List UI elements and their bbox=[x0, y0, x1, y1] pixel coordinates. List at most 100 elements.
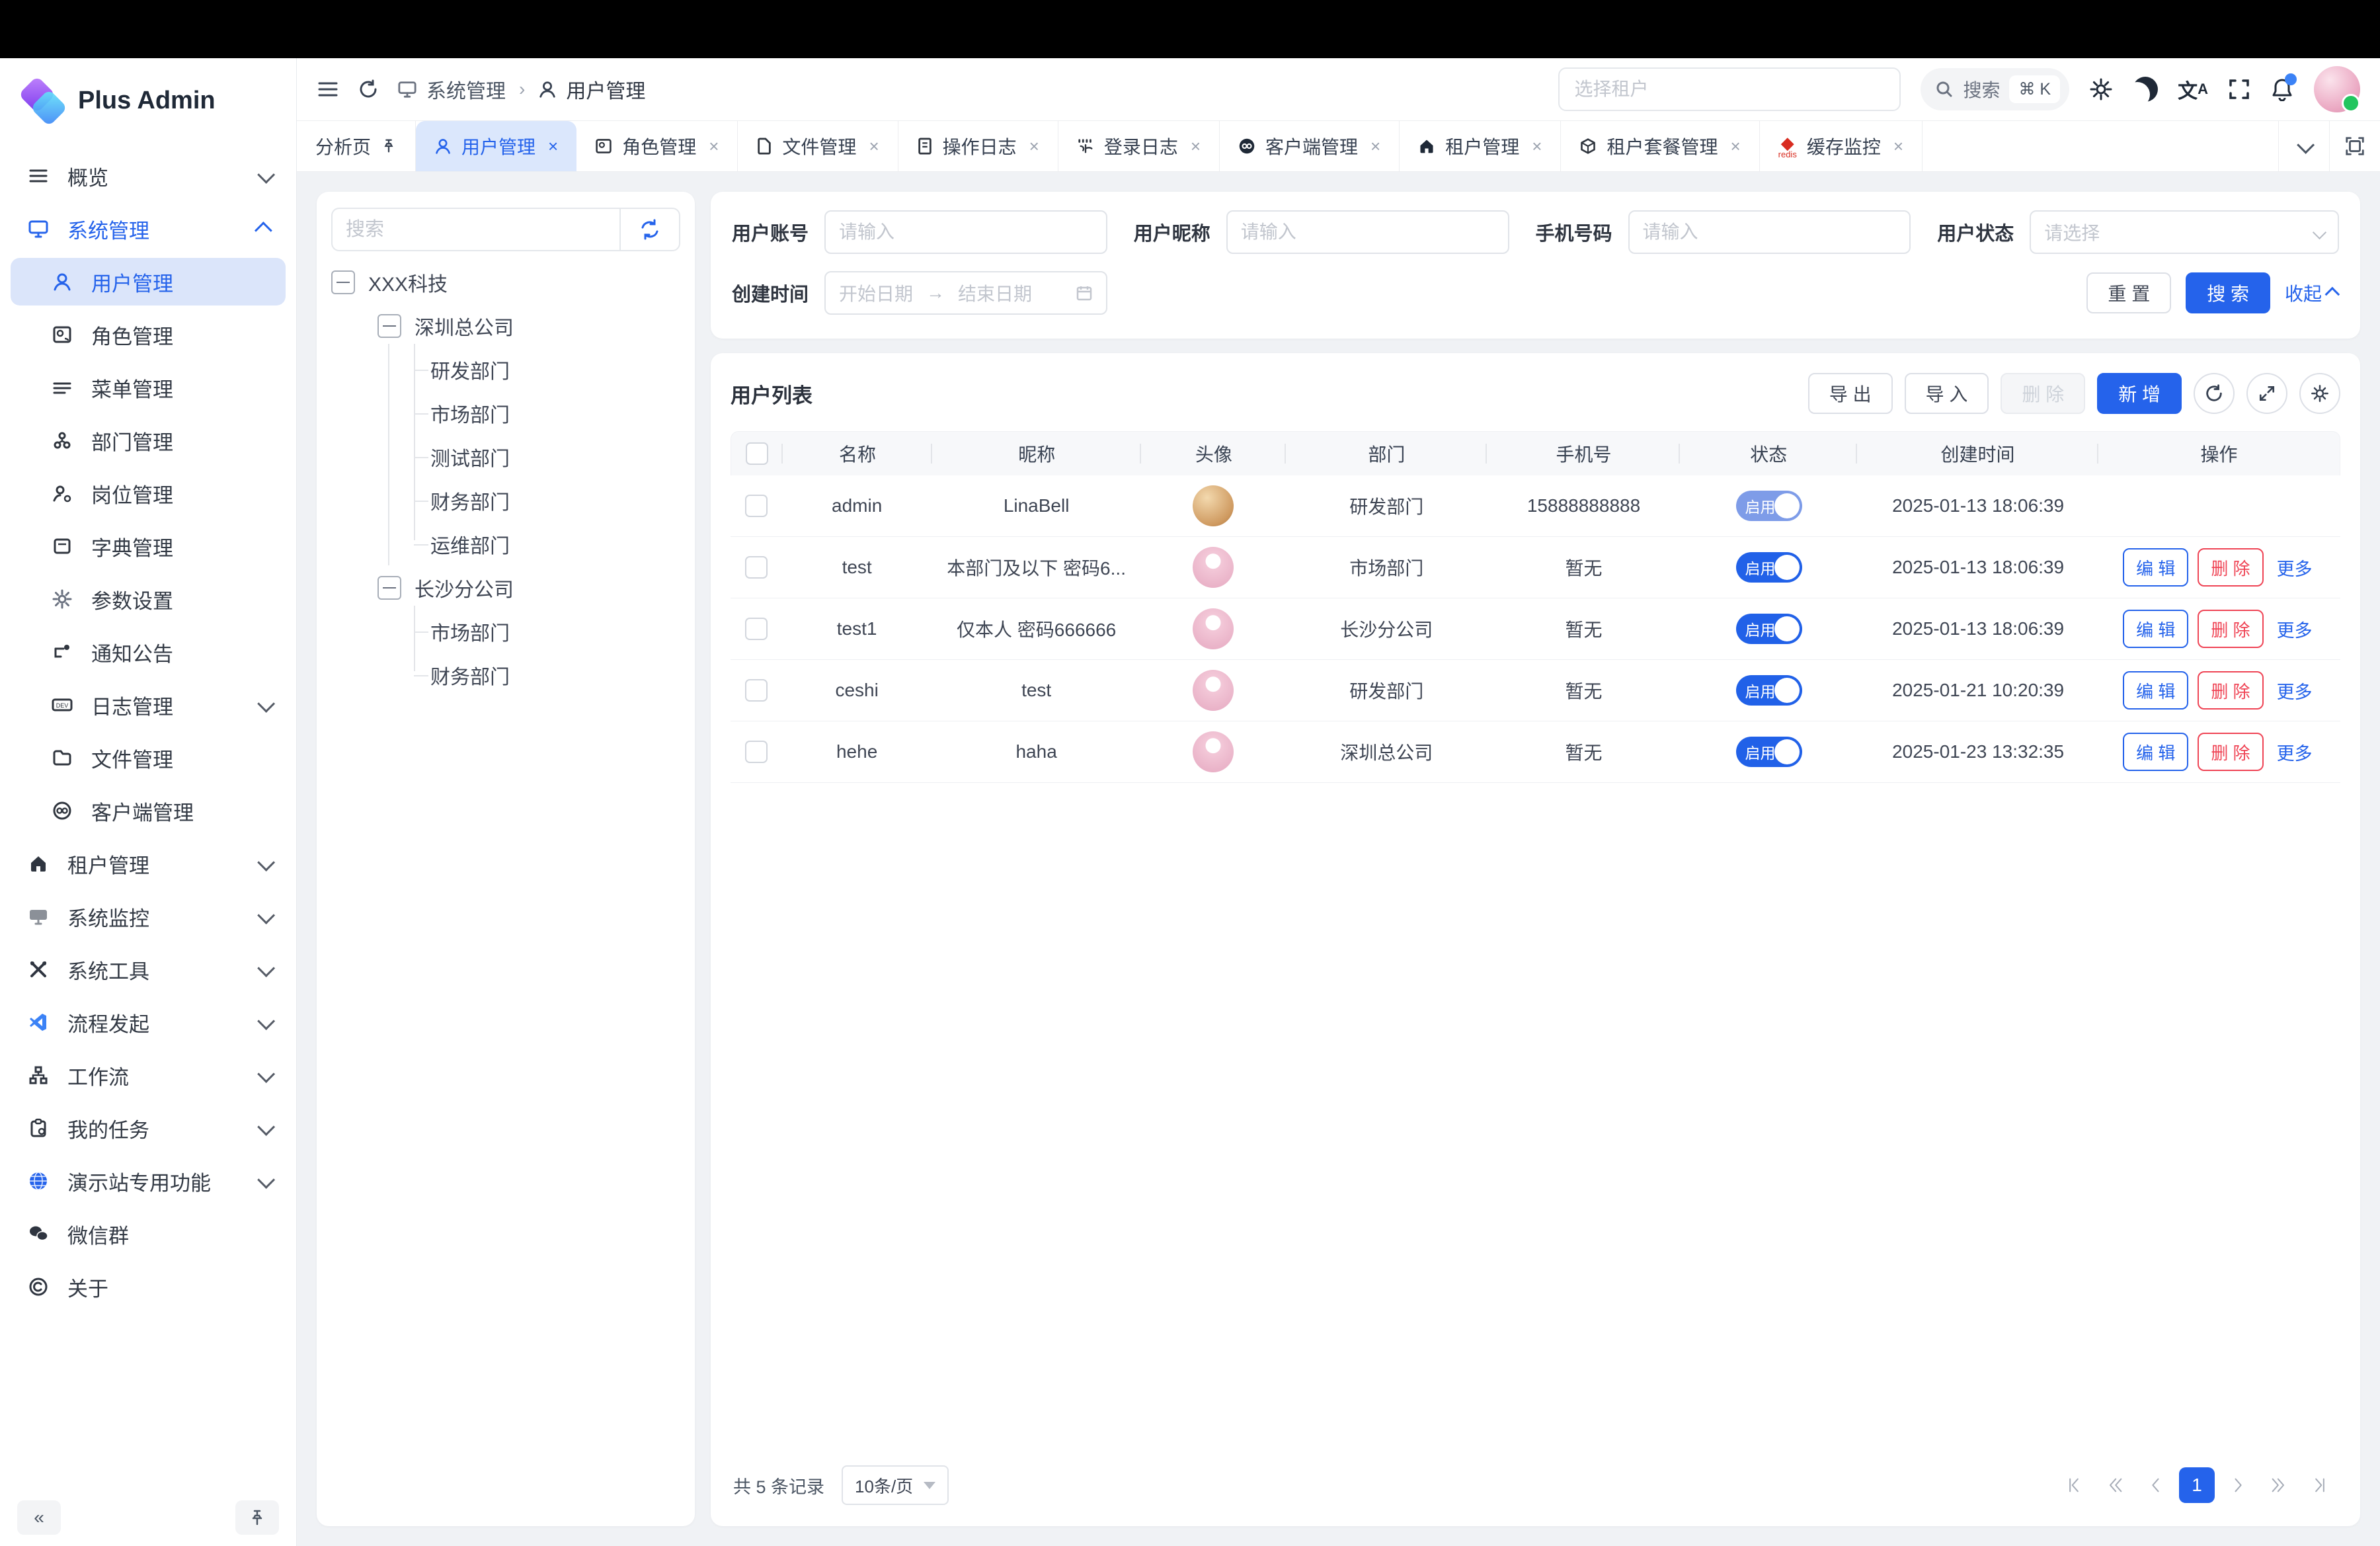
tree-node-leaf[interactable]: 测试部门 bbox=[331, 435, 680, 479]
last-page-button[interactable] bbox=[2302, 1467, 2338, 1503]
delete-row-button[interactable]: 删 除 bbox=[2198, 671, 2263, 710]
breadcrumb-system[interactable]: 系统管理 bbox=[426, 75, 506, 104]
tab-cache-monitor[interactable]: ◆redis 缓存监控 × bbox=[1760, 121, 1923, 171]
table-fullscreen-button[interactable] bbox=[2246, 373, 2287, 414]
hamburger-menu-icon[interactable] bbox=[317, 79, 339, 99]
tab-tenant-mgmt[interactable]: 租户管理 × bbox=[1400, 121, 1561, 171]
refresh-icon[interactable] bbox=[358, 79, 379, 100]
content-fullscreen-button[interactable] bbox=[2329, 121, 2380, 171]
close-icon[interactable]: × bbox=[1029, 136, 1039, 157]
sidebar-item-demo-features[interactable]: 演示站专用功能 bbox=[11, 1157, 286, 1205]
next-5-pages-button[interactable] bbox=[2261, 1467, 2297, 1503]
sidebar-item-post-mgmt[interactable]: 岗位管理 bbox=[11, 469, 286, 517]
tree-collapse-icon[interactable] bbox=[377, 576, 401, 600]
breadcrumb-user-mgmt[interactable]: 用户管理 bbox=[566, 75, 645, 104]
close-icon[interactable]: × bbox=[548, 136, 558, 157]
reset-button[interactable]: 重 置 bbox=[2086, 272, 2171, 313]
import-button[interactable]: 导 入 bbox=[1905, 373, 1989, 414]
user-avatar[interactable] bbox=[2314, 66, 2360, 112]
search-button[interactable]: 搜 索 bbox=[2186, 272, 2270, 313]
sidebar-item-sys-tools[interactable]: 系统工具 bbox=[11, 946, 286, 993]
tab-tenant-package-mgmt[interactable]: 租户套餐管理 × bbox=[1561, 121, 1759, 171]
sidebar-item-file-mgmt[interactable]: 文件管理 bbox=[11, 734, 286, 782]
account-input[interactable] bbox=[824, 210, 1107, 254]
collapse-filters-link[interactable]: 收起 bbox=[2285, 280, 2339, 306]
more-button[interactable]: 更多 bbox=[2273, 549, 2317, 585]
sidebar-item-system-mgmt[interactable]: 系统管理 bbox=[11, 205, 286, 253]
status-toggle[interactable]: 启用 bbox=[1736, 491, 1802, 521]
sidebar-pin-button[interactable] bbox=[235, 1500, 279, 1535]
row-checkbox[interactable] bbox=[745, 495, 768, 517]
sidebar-item-process-start[interactable]: 流程发起 bbox=[11, 998, 286, 1046]
sidebar-item-role-mgmt[interactable]: 角色管理 bbox=[11, 311, 286, 358]
row-checkbox[interactable] bbox=[745, 679, 768, 702]
delete-row-button[interactable]: 删 除 bbox=[2198, 733, 2263, 771]
sidebar-item-params[interactable]: 参数设置 bbox=[11, 575, 286, 623]
sidebar-item-dept-mgmt[interactable]: 部门管理 bbox=[11, 417, 286, 464]
tree-node-branch[interactable]: 长沙分公司 bbox=[331, 566, 680, 610]
status-toggle[interactable]: 启用 bbox=[1736, 552, 1802, 583]
close-icon[interactable]: × bbox=[709, 136, 719, 157]
close-icon[interactable]: × bbox=[1893, 136, 1903, 157]
phone-input[interactable] bbox=[1628, 210, 1911, 254]
sidebar-item-user-mgmt[interactable]: 用户管理 bbox=[11, 258, 286, 305]
tree-collapse-icon[interactable] bbox=[331, 270, 355, 294]
tab-file-mgmt[interactable]: 文件管理 × bbox=[738, 121, 898, 171]
sidebar-item-log-mgmt[interactable]: DEV 日志管理 bbox=[11, 681, 286, 729]
page-number-current[interactable]: 1 bbox=[2179, 1467, 2215, 1503]
translate-icon[interactable]: 文A bbox=[2178, 75, 2208, 104]
dark-mode-moon-icon[interactable] bbox=[2133, 77, 2158, 102]
sidebar-item-menu-mgmt[interactable]: 菜单管理 bbox=[11, 364, 286, 411]
tree-node-branch[interactable]: 深圳总公司 bbox=[331, 304, 680, 348]
tree-node-root[interactable]: XXX科技 bbox=[331, 261, 680, 304]
tree-node-leaf[interactable]: 运维部门 bbox=[331, 522, 680, 566]
tab-client-mgmt[interactable]: 客户端管理 × bbox=[1220, 121, 1400, 171]
notifications-bell-icon[interactable] bbox=[2270, 77, 2294, 101]
tabs-dropdown-button[interactable] bbox=[2278, 121, 2329, 171]
sidebar-item-notice[interactable]: 通知公告 bbox=[11, 628, 286, 676]
sidebar-item-wechat-group[interactable]: 微信群 bbox=[11, 1210, 286, 1258]
tab-analysis[interactable]: 分析页 bbox=[297, 121, 416, 171]
global-search[interactable]: 搜索 ⌘ K bbox=[1921, 68, 2069, 110]
table-settings-button[interactable] bbox=[2299, 373, 2340, 414]
tree-search-input[interactable] bbox=[333, 219, 619, 241]
sidebar-item-workflow[interactable]: 工作流 bbox=[11, 1051, 286, 1099]
status-toggle[interactable]: 启用 bbox=[1736, 675, 1802, 706]
close-icon[interactable]: × bbox=[1532, 136, 1542, 157]
delete-button[interactable]: 删 除 bbox=[2001, 373, 2085, 414]
page-size-select[interactable]: 10条/页 bbox=[842, 1465, 949, 1505]
prev-page-button[interactable] bbox=[2138, 1467, 2174, 1503]
pin-icon[interactable] bbox=[381, 138, 397, 154]
next-page-button[interactable] bbox=[2220, 1467, 2256, 1503]
first-page-button[interactable] bbox=[2056, 1467, 2092, 1503]
edit-button[interactable]: 编 辑 bbox=[2123, 548, 2188, 587]
prev-5-pages-button[interactable] bbox=[2097, 1467, 2133, 1503]
tree-collapse-icon[interactable] bbox=[377, 314, 401, 338]
close-icon[interactable]: × bbox=[1730, 136, 1740, 157]
status-toggle[interactable]: 启用 bbox=[1736, 737, 1802, 767]
row-checkbox[interactable] bbox=[745, 618, 768, 640]
tab-login-log[interactable]: 登录日志 × bbox=[1058, 121, 1220, 171]
fullscreen-icon[interactable] bbox=[2228, 78, 2250, 101]
sidebar-collapse-button[interactable]: « bbox=[17, 1500, 61, 1535]
tree-node-leaf[interactable]: 财务部门 bbox=[331, 653, 680, 697]
tree-node-leaf[interactable]: 财务部门 bbox=[331, 479, 680, 522]
edit-button[interactable]: 编 辑 bbox=[2123, 610, 2188, 648]
close-icon[interactable]: × bbox=[1370, 136, 1380, 157]
close-icon[interactable]: × bbox=[869, 136, 879, 157]
tree-node-leaf[interactable]: 研发部门 bbox=[331, 348, 680, 391]
row-checkbox[interactable] bbox=[745, 741, 768, 763]
tenant-select-input[interactable] bbox=[1558, 67, 1901, 111]
more-button[interactable]: 更多 bbox=[2273, 672, 2317, 708]
select-all-checkbox[interactable] bbox=[746, 442, 768, 465]
edit-button[interactable]: 编 辑 bbox=[2123, 733, 2188, 771]
close-icon[interactable]: × bbox=[1191, 136, 1201, 157]
sidebar-item-sys-monitor[interactable]: 系统监控 bbox=[11, 893, 286, 940]
sidebar-item-tenant-mgmt[interactable]: 租户管理 bbox=[11, 840, 286, 887]
sidebar-item-about[interactable]: 关于 bbox=[11, 1263, 286, 1311]
more-button[interactable]: 更多 bbox=[2273, 734, 2317, 770]
status-select[interactable]: 请选择 bbox=[2030, 210, 2339, 254]
export-button[interactable]: 导 出 bbox=[1808, 373, 1893, 414]
delete-row-button[interactable]: 删 除 bbox=[2198, 548, 2263, 587]
edit-button[interactable]: 编 辑 bbox=[2123, 671, 2188, 710]
